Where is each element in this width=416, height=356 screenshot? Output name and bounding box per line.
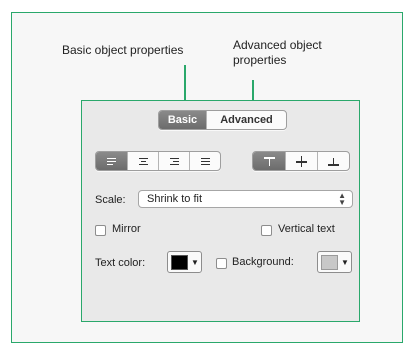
- align-justify-button[interactable]: [189, 152, 220, 170]
- tab-basic[interactable]: Basic: [159, 111, 206, 129]
- vertical-text-label: Vertical text: [278, 223, 335, 235]
- mirror-label: Mirror: [112, 223, 141, 235]
- align-left-button[interactable]: [96, 152, 127, 170]
- align-top-icon: [263, 156, 275, 167]
- align-middle-button[interactable]: [285, 152, 317, 170]
- align-justify-icon: [200, 157, 210, 165]
- select-arrows-icon: ▲ ▼: [338, 191, 346, 207]
- scale-select[interactable]: Shrink to fit ▲ ▼: [138, 190, 353, 208]
- text-alignment-control: [95, 151, 221, 171]
- callout-advanced-properties: Advanced object properties: [233, 38, 322, 67]
- align-center-icon: [138, 157, 148, 165]
- background-checkbox[interactable]: [216, 258, 227, 269]
- align-top-button[interactable]: [253, 152, 285, 170]
- align-bottom-button[interactable]: [317, 152, 349, 170]
- vertical-text-checkbox[interactable]: [261, 225, 272, 236]
- mirror-checkbox[interactable]: [95, 225, 106, 236]
- background-label: Background:: [232, 256, 294, 268]
- background-color-swatch: [321, 254, 338, 270]
- text-color-label: Text color:: [95, 257, 146, 269]
- tab-advanced[interactable]: Advanced: [206, 111, 286, 129]
- align-left-icon: [107, 157, 116, 165]
- align-right-icon: [169, 157, 179, 165]
- chevron-down-icon: ▼: [191, 257, 199, 267]
- properties-tab-control: Basic Advanced: [158, 110, 287, 130]
- scale-select-value: Shrink to fit: [147, 193, 203, 205]
- chevron-down-icon: ▼: [341, 257, 349, 267]
- align-middle-icon: [296, 155, 307, 167]
- align-bottom-icon: [328, 156, 339, 167]
- background-color-well[interactable]: ▼: [317, 251, 352, 273]
- align-right-button[interactable]: [158, 152, 189, 170]
- align-center-button[interactable]: [127, 152, 158, 170]
- callout-basic-properties: Basic object properties: [62, 43, 184, 57]
- object-properties-panel: Basic Advanced Scale: Shrink to fit ▲▼: [81, 100, 360, 322]
- text-color-well[interactable]: ▼: [167, 251, 202, 273]
- scale-label: Scale:: [95, 194, 126, 206]
- vertical-alignment-control: [252, 151, 350, 171]
- text-color-swatch: [171, 254, 188, 270]
